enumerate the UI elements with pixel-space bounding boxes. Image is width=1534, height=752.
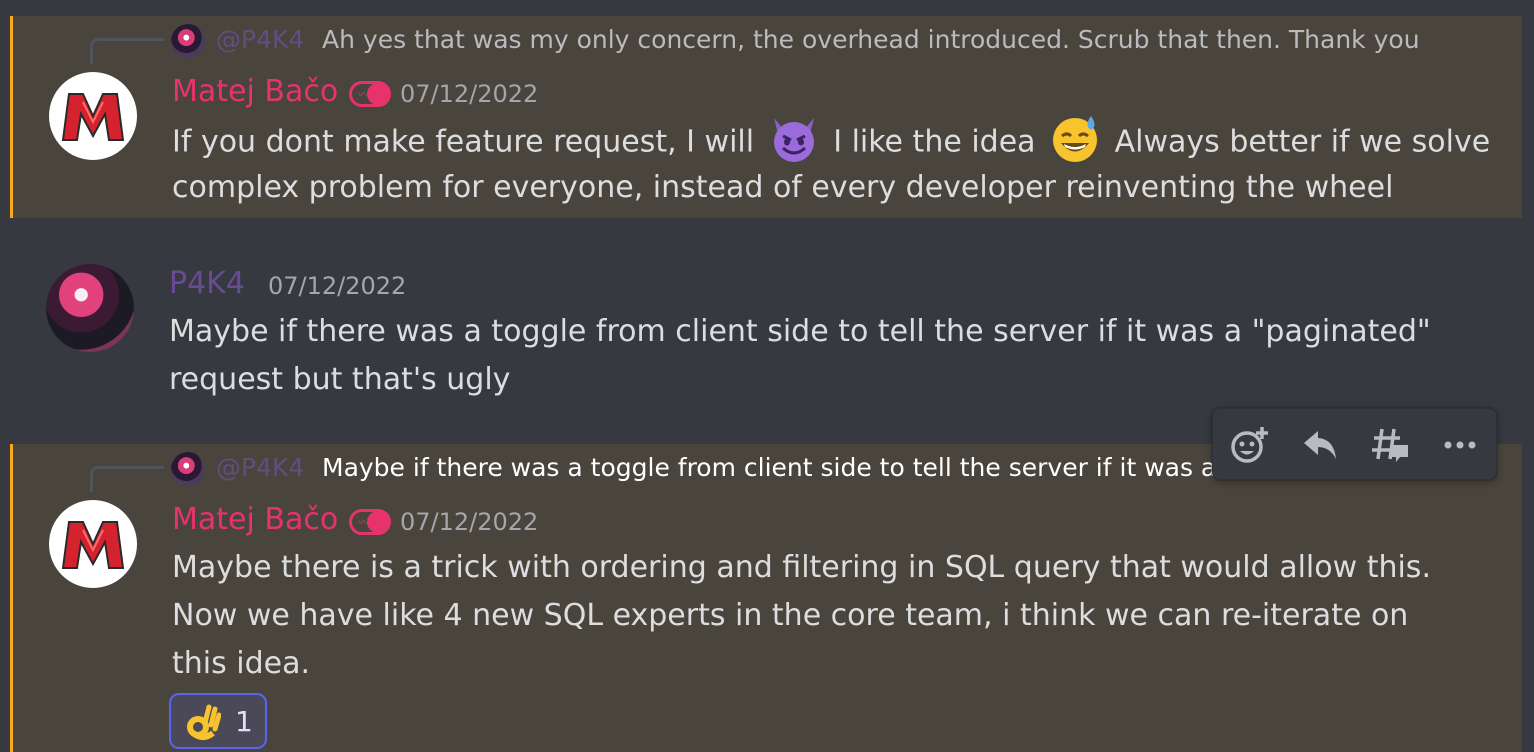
message-text: If you dont make feature request, I will (172, 124, 755, 160)
more-icon (1444, 441, 1476, 449)
role-badge-icon[interactable]: 〰 (349, 81, 391, 107)
reply-connector (90, 38, 164, 64)
reply-button[interactable] (1297, 423, 1343, 467)
message-line: Maybe there is a trick with ordering and… (172, 550, 1431, 585)
message-line: this idea. (172, 646, 311, 681)
message-line: Maybe if there was a toggle from client … (169, 314, 1431, 349)
add-reaction-button[interactable] (1227, 423, 1273, 467)
smiling-imp-emoji-icon (773, 118, 814, 162)
create-thread-button[interactable] (1367, 423, 1413, 467)
avatar-matej[interactable] (49, 72, 137, 160)
reply-icon (1304, 431, 1336, 459)
reply-avatar[interactable] (171, 452, 205, 486)
m-logo-icon (61, 93, 125, 141)
message-actions-toolbar (1212, 408, 1497, 480)
m-logo-icon (61, 521, 125, 569)
message-line: If you dont make feature request, I will… (172, 116, 1491, 164)
message-text: Always better if we solve (1114, 124, 1491, 160)
timestamp[interactable]: 07/12/2022 (400, 508, 538, 536)
message-line: Now we have like 4 new SQL experts in th… (172, 598, 1409, 633)
avatar-p4k4[interactable] (46, 264, 134, 352)
role-badge-icon[interactable]: 〰 (349, 509, 391, 535)
message-line: request but that's ugly (169, 362, 511, 397)
reaction-ok-hand[interactable]: 1 (169, 693, 267, 749)
author-name[interactable]: Matej Bačo (172, 74, 338, 109)
reply-preview[interactable]: Maybe if there was a toggle from client … (322, 453, 1216, 482)
timestamp[interactable]: 07/12/2022 (268, 272, 406, 300)
timestamp[interactable]: 07/12/2022 (400, 80, 538, 108)
author-name[interactable]: Matej Bačo (172, 502, 338, 537)
more-button[interactable] (1437, 423, 1483, 467)
chat-frame: @P4K4 Ah yes that was my only concern, t… (0, 0, 1534, 752)
ok-hand-emoji-icon (187, 704, 221, 740)
sweat-smile-emoji-icon (1053, 116, 1098, 162)
author-name[interactable]: P4K4 (169, 266, 245, 301)
reaction-count: 1 (235, 705, 253, 738)
avatar-matej[interactable] (49, 500, 137, 588)
message-matej-1[interactable]: @P4K4 Ah yes that was my only concern, t… (10, 16, 1522, 218)
add-reaction-icon (1231, 427, 1268, 463)
reply-author[interactable]: @P4K4 (216, 25, 304, 54)
message-line: complex problem for everyone, instead of… (172, 170, 1394, 205)
reply-preview[interactable]: Ah yes that was my only concern, the ove… (322, 25, 1420, 54)
message-text: I like the idea (833, 124, 1036, 160)
create-thread-icon (1372, 428, 1408, 462)
reply-author[interactable]: @P4K4 (216, 453, 304, 482)
reply-connector (90, 466, 164, 492)
reply-avatar[interactable] (171, 24, 205, 58)
